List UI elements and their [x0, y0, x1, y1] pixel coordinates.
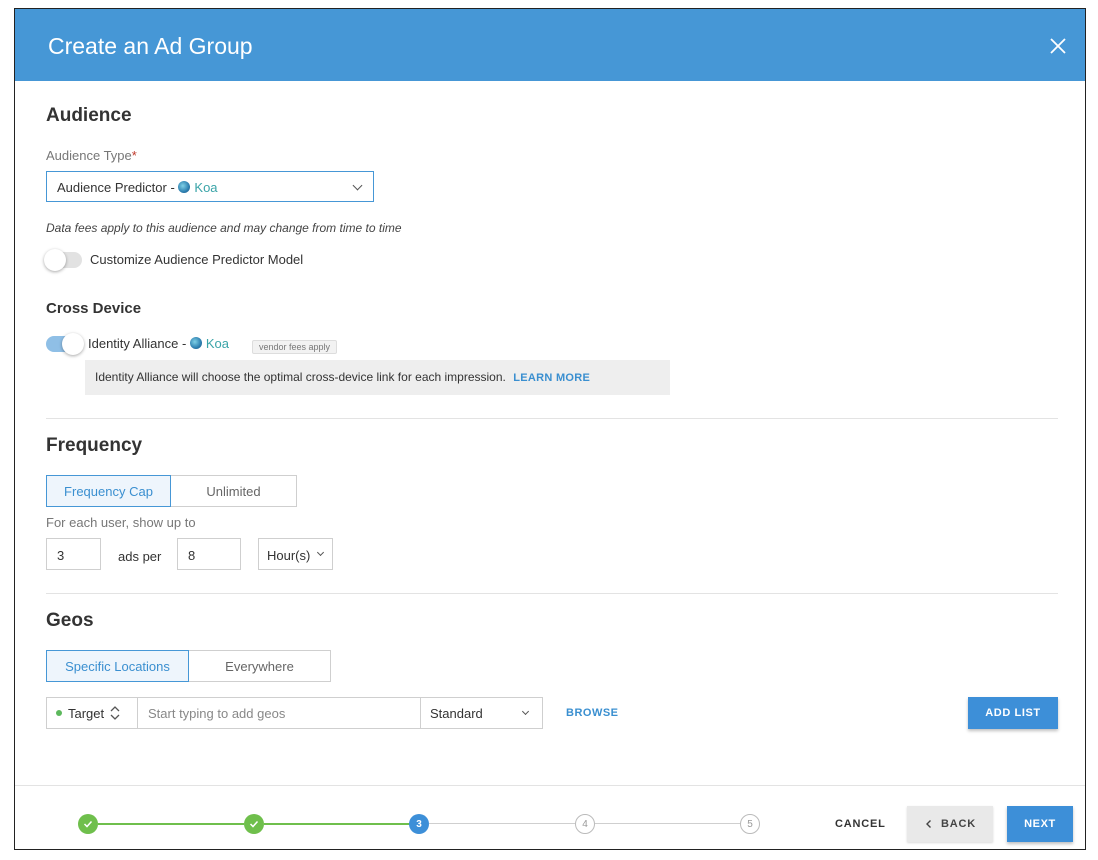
period-value-input[interactable]: 8: [177, 538, 241, 570]
frequency-mode-selector: Frequency Cap Unlimited: [46, 475, 297, 507]
identity-alliance-info: Identity Alliance will choose the optima…: [85, 360, 670, 395]
chevron-left-icon: [926, 820, 931, 828]
target-status-dot: [56, 710, 62, 716]
identity-alliance-label: Identity Alliance - Koa: [88, 336, 230, 351]
modal-header: Create an Ad Group: [15, 9, 1085, 81]
close-icon[interactable]: [1045, 33, 1071, 59]
geos-section-title: Geos: [46, 610, 94, 631]
geo-search-input[interactable]: Start typing to add geos: [138, 698, 421, 728]
chevron-down-icon: [352, 180, 363, 191]
customize-audience-label: Customize Audience Predictor Model: [90, 252, 304, 267]
period-unit-select[interactable]: Hour(s): [258, 538, 333, 570]
koa-logo-icon: [178, 181, 191, 193]
footer-divider: [15, 785, 1085, 786]
geo-type-value: Standard: [430, 705, 483, 721]
data-fees-note: Data fees apply to this audience and may…: [46, 221, 402, 235]
browse-link[interactable]: BROWSE: [566, 707, 619, 719]
step-5-pending: 5: [740, 814, 760, 834]
back-button[interactable]: BACK: [907, 806, 993, 842]
checkmark-icon: [83, 820, 93, 828]
everywhere-option[interactable]: Everywhere: [189, 651, 330, 681]
toggle-knob: [62, 333, 84, 355]
unlimited-option[interactable]: Unlimited: [171, 476, 296, 506]
step-3-current: 3: [409, 814, 429, 834]
period-unit-value: Hour(s): [267, 548, 311, 563]
audience-type-value: Audience Predictor -: [57, 180, 179, 195]
step-4-pending: 4: [575, 814, 595, 834]
frequency-cap-option[interactable]: Frequency Cap: [46, 475, 171, 507]
sort-updown-icon: [110, 706, 120, 720]
audience-vendor-name: Koa: [194, 180, 218, 195]
step-connector: [429, 823, 575, 824]
customize-audience-toggle[interactable]: [44, 249, 82, 271]
target-label: Target: [68, 705, 105, 721]
audience-section-title: Audience: [46, 105, 132, 126]
identity-alliance-info-text: Identity Alliance will choose the optima…: [95, 370, 506, 384]
step-1-complete: [78, 814, 98, 834]
identity-alliance-toggle[interactable]: [46, 333, 84, 355]
cross-device-vendor-name: Koa: [205, 336, 230, 351]
checkmark-icon: [249, 820, 259, 828]
cross-device-title: Cross Device: [46, 300, 142, 317]
specific-locations-option[interactable]: Specific Locations: [46, 650, 189, 682]
step-connector: [98, 823, 244, 825]
geo-mode-selector: Specific Locations Everywhere: [46, 650, 331, 682]
koa-logo-icon: [189, 337, 202, 349]
step-2-complete: [244, 814, 264, 834]
back-button-label: BACK: [941, 818, 976, 830]
learn-more-link[interactable]: LEARN MORE: [513, 372, 590, 384]
next-button[interactable]: NEXT: [1007, 806, 1073, 842]
ads-count-input[interactable]: 3: [46, 538, 101, 570]
step-connector: [264, 823, 410, 825]
target-select[interactable]: Target: [47, 698, 138, 728]
cancel-button[interactable]: CANCEL: [835, 818, 886, 830]
frequency-helper-text: For each user, show up to: [46, 515, 196, 530]
chevron-down-icon: [521, 707, 530, 716]
step-connector: [595, 823, 741, 824]
modal-title: Create an Ad Group: [48, 33, 253, 59]
section-divider: [46, 593, 1058, 594]
toggle-knob: [44, 249, 66, 271]
create-ad-group-modal: Create an Ad Group Audience Audience Typ…: [14, 8, 1086, 850]
chevron-down-icon: [316, 548, 325, 557]
audience-type-select[interactable]: Audience Predictor - Koa: [46, 171, 374, 202]
geo-type-select[interactable]: Standard: [421, 698, 542, 728]
add-list-button[interactable]: ADD LIST: [968, 697, 1058, 729]
geo-entry-row: Target Start typing to add geos Standard: [46, 697, 543, 729]
frequency-section-title: Frequency: [46, 435, 143, 456]
vendor-fees-badge: vendor fees apply: [252, 340, 338, 354]
section-divider: [46, 418, 1058, 419]
ads-per-label: ads per: [118, 549, 162, 564]
audience-type-label: Audience Type*: [46, 148, 137, 163]
